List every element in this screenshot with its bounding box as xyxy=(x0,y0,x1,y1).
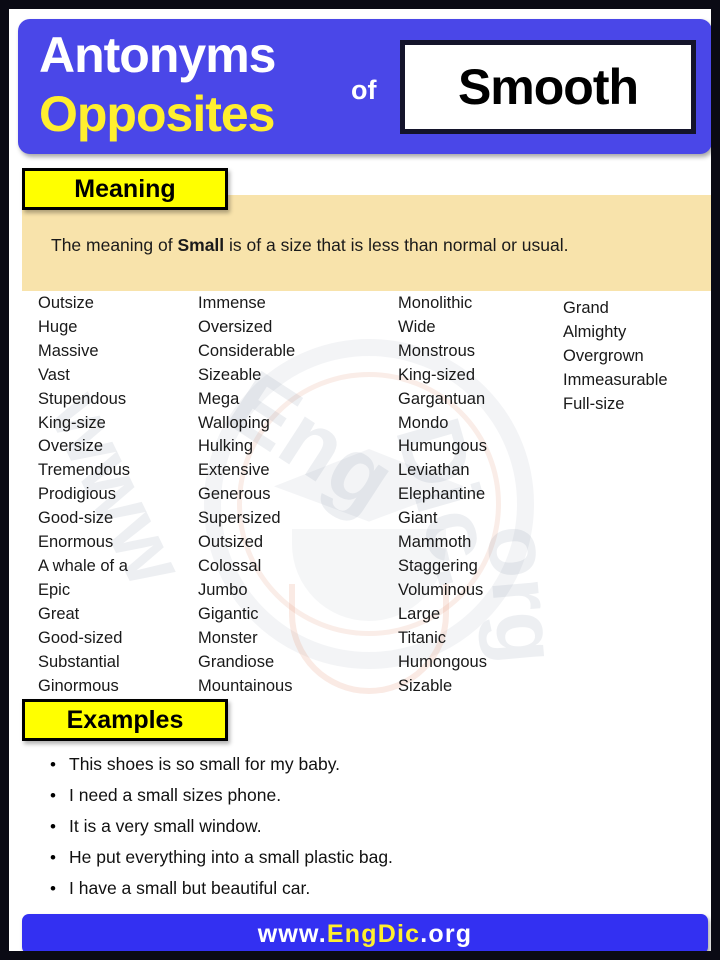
word-item: Titanic xyxy=(398,628,446,647)
word-item: A whale of a xyxy=(38,556,128,575)
example-row: • I have a small but beautiful car. xyxy=(37,873,697,904)
word-item: Massive xyxy=(38,341,99,360)
meaning-label-text: Meaning xyxy=(74,174,176,203)
word-item: Supersized xyxy=(198,509,281,528)
bullet-icon: • xyxy=(50,786,56,805)
word-item: Outsize xyxy=(38,294,94,312)
header-connector-of: of xyxy=(351,75,377,105)
meaning-section-label: Meaning xyxy=(22,168,228,210)
example-row: • This shoes is so small for my baby. xyxy=(37,749,697,780)
word-column-2: Monolithic Wide Monstrous King-sized Gargant… xyxy=(398,292,487,698)
example-sentence: It is a very small window. xyxy=(69,816,262,836)
example-sentence: He put everything into a small plastic b… xyxy=(69,847,393,867)
meaning-text-before: The meaning of xyxy=(51,235,178,255)
word-item: Ginormous xyxy=(38,676,119,695)
word-item: Mega xyxy=(198,389,240,408)
meaning-text-after: is of a size that is less than normal or… xyxy=(224,235,569,255)
word-item: Gigantic xyxy=(198,604,259,623)
header-title-block: Antonyms Opposites xyxy=(39,25,339,143)
word-item: Leviathan xyxy=(398,461,470,480)
word-item: Huge xyxy=(38,317,78,336)
example-row: • It is a very small window. xyxy=(37,811,697,842)
word-item: Immense xyxy=(198,294,266,312)
word-item: Mammoth xyxy=(398,533,472,552)
word-item: Generous xyxy=(198,485,271,504)
example-sentence: I have a small but beautiful car. xyxy=(69,878,311,898)
target-word-text: Smooth xyxy=(457,59,639,115)
word-item: Monstrous xyxy=(398,341,476,360)
word-column-3: Grand Almighty Overgrown Immeasurable Full-s… xyxy=(563,297,668,417)
word-item: Grandiose xyxy=(198,652,275,671)
meaning-text-bold-word: Small xyxy=(177,235,225,255)
word-item: Considerable xyxy=(198,341,296,360)
word-item: Oversize xyxy=(38,437,104,456)
word-item: Elephantine xyxy=(398,485,486,504)
footer-url-prefix: www. xyxy=(257,919,327,948)
example-row: • He put everything into a small plastic … xyxy=(37,842,697,873)
word-item: Tremendous xyxy=(38,461,131,480)
word-item: Monster xyxy=(198,628,258,647)
word-item: Humungous xyxy=(398,437,487,456)
word-item: Prodigious xyxy=(38,485,116,504)
example-sentence: This shoes is so small for my baby. xyxy=(69,754,341,774)
word-item: Good-sized xyxy=(38,628,123,647)
target-word-box: Smooth xyxy=(400,40,696,134)
page-title-opposites: Opposites xyxy=(39,86,275,142)
bullet-icon: • xyxy=(50,848,56,867)
word-item: Gargantuan xyxy=(398,389,486,408)
word-item: Staggering xyxy=(398,556,478,575)
word-item: Good-size xyxy=(38,509,114,528)
word-item: Giant xyxy=(398,509,438,528)
word-item: Large xyxy=(398,604,441,623)
word-item: King-sized xyxy=(398,365,476,384)
word-item: Immeasurable xyxy=(563,370,668,389)
word-item: Sizeable xyxy=(198,365,262,384)
word-item: Monolithic xyxy=(398,294,473,312)
word-item: Wide xyxy=(398,317,436,336)
word-column-0: Outsize Huge Massive Vast Stupendous King-siz… xyxy=(38,292,130,698)
bullet-icon: • xyxy=(50,817,56,836)
header-banner: Antonyms Opposites of Smooth xyxy=(18,19,711,154)
word-item: Full-size xyxy=(563,394,625,413)
examples-label-text: Examples xyxy=(66,705,184,734)
example-sentence: I need a small sizes phone. xyxy=(69,785,282,805)
footer-website-banner[interactable]: www. EngDic .org xyxy=(22,914,708,951)
word-item: Substantial xyxy=(38,652,120,671)
word-item: Overgrown xyxy=(563,346,644,365)
word-item: Colossal xyxy=(198,556,262,575)
word-item: Vast xyxy=(38,365,70,384)
bullet-icon: • xyxy=(50,755,56,774)
bullet-icon: • xyxy=(50,879,56,898)
infographic-page: www Eng Dic. org Antonyms Opposites of S… xyxy=(0,0,720,960)
word-item: Walloping xyxy=(198,413,270,432)
example-row: • I need a small sizes phone. xyxy=(37,780,697,811)
examples-list: • This shoes is so small for my baby. • I n… xyxy=(37,749,697,904)
word-item: Enormous xyxy=(38,533,114,552)
word-item: Outsized xyxy=(198,533,264,552)
word-item: Great xyxy=(38,604,80,623)
footer-url-suffix: .org xyxy=(420,919,473,948)
footer-url-brand: EngDic xyxy=(326,919,421,948)
word-item: Hulking xyxy=(198,437,254,456)
word-item: Extensive xyxy=(198,461,270,480)
word-item: Grand xyxy=(563,299,609,317)
antonyms-word-list: Outsize Huge Massive Vast Stupendous King-siz… xyxy=(9,292,711,697)
examples-section-label: Examples xyxy=(22,699,228,741)
word-item: Sizable xyxy=(398,676,453,695)
word-item: Almighty xyxy=(563,322,627,341)
word-item: King-size xyxy=(38,413,106,432)
page-title-antonyms: Antonyms xyxy=(39,27,276,83)
word-item: Humongous xyxy=(398,652,487,671)
word-item: Voluminous xyxy=(398,580,484,599)
word-item: Jumbo xyxy=(198,580,248,599)
word-item: Stupendous xyxy=(38,389,127,408)
word-item: Oversized xyxy=(198,317,273,336)
word-item: Epic xyxy=(38,580,71,599)
meaning-sentence: The meaning of Small is of a size that i… xyxy=(51,235,701,256)
word-column-1: Immense Oversized Considerable Sizeable Mega… xyxy=(198,292,295,698)
word-item: Mountainous xyxy=(198,676,293,695)
word-item: Mondo xyxy=(398,413,449,432)
